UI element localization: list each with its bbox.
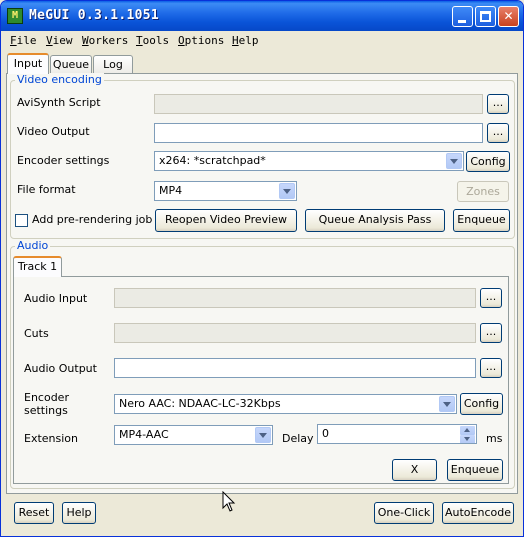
video-enqueue-button[interactable]: Enqueue bbox=[453, 209, 510, 232]
avisynth-label: AviSynth Script bbox=[17, 96, 101, 109]
chevron-down-icon[interactable] bbox=[446, 153, 462, 169]
file-format-value: MP4 bbox=[159, 184, 183, 197]
delay-label: Delay bbox=[282, 432, 314, 445]
audio-output-browse-button[interactable]: ... bbox=[480, 358, 502, 378]
menu-workers[interactable]: Workers bbox=[82, 34, 128, 47]
megui-app-icon: M bbox=[7, 8, 23, 24]
prerender-checkbox[interactable] bbox=[15, 214, 28, 227]
menu-help[interactable]: Help bbox=[232, 34, 259, 47]
cuts-browse-button[interactable]: ... bbox=[480, 323, 502, 343]
tab-track-1[interactable]: Track 1 bbox=[13, 256, 62, 277]
reset-button[interactable]: Reset bbox=[14, 502, 54, 524]
megui-main-window: M MeGUI 0.3.1.1051 ✕ File View Workers T… bbox=[0, 0, 524, 537]
file-format-select[interactable]: MP4 bbox=[154, 181, 297, 201]
audio-enqueue-button[interactable]: Enqueue bbox=[447, 459, 503, 481]
delay-value: 0 bbox=[322, 427, 329, 440]
spin-down-icon[interactable] bbox=[460, 435, 475, 443]
avisynth-browse-button[interactable]: ... bbox=[487, 94, 509, 114]
extension-value: MP4-AAC bbox=[119, 428, 169, 441]
video-encoder-value: x264: *scratchpad* bbox=[159, 154, 266, 167]
prerender-label: Add pre-rendering job bbox=[32, 213, 153, 226]
cuts-field[interactable] bbox=[114, 323, 476, 343]
help-button[interactable]: Help bbox=[62, 502, 96, 524]
tab-queue[interactable]: Queue bbox=[50, 55, 92, 74]
autoencode-button[interactable]: AutoEncode bbox=[442, 502, 514, 524]
menu-options[interactable]: Options bbox=[178, 34, 224, 47]
one-click-button[interactable]: One-Click bbox=[374, 502, 434, 524]
spin-up-icon[interactable] bbox=[460, 426, 475, 435]
reopen-preview-button[interactable]: Reopen Video Preview bbox=[155, 209, 297, 232]
audio-clear-button[interactable]: X bbox=[392, 459, 437, 481]
audio-encoder-value: Nero AAC: NDAAC-LC-32Kbps bbox=[119, 397, 281, 410]
extension-label: Extension bbox=[24, 432, 79, 445]
video-encoding-title: Video encoding bbox=[15, 73, 104, 86]
maximize-icon bbox=[480, 11, 491, 22]
cuts-label: Cuts bbox=[24, 327, 49, 340]
close-button[interactable]: ✕ bbox=[498, 6, 519, 27]
minimize-button[interactable] bbox=[452, 6, 473, 27]
video-output-label: Video Output bbox=[17, 125, 90, 138]
video-output-browse-button[interactable]: ... bbox=[487, 123, 509, 143]
audio-encoder-label-2: settings bbox=[24, 404, 68, 417]
video-encoder-label: Encoder settings bbox=[17, 154, 110, 167]
file-format-label: File format bbox=[17, 183, 76, 196]
tab-input[interactable]: Input bbox=[7, 53, 49, 74]
minimize-icon bbox=[458, 20, 466, 23]
audio-output-label: Audio Output bbox=[24, 362, 97, 375]
zones-button[interactable]: Zones bbox=[457, 181, 509, 202]
mouse-cursor-icon bbox=[222, 491, 236, 512]
audio-encoder-select[interactable]: Nero AAC: NDAAC-LC-32Kbps bbox=[114, 394, 457, 414]
audio-encoder-label-1: Encoder bbox=[24, 391, 69, 404]
delay-stepper[interactable]: 0 bbox=[317, 424, 477, 444]
audio-config-button[interactable]: Config bbox=[460, 393, 503, 415]
menu-bar: File View Workers Tools Options Help bbox=[1, 31, 523, 51]
avisynth-input[interactable] bbox=[154, 94, 483, 114]
audio-input-field[interactable] bbox=[114, 288, 476, 308]
audio-input-browse-button[interactable]: ... bbox=[480, 288, 502, 308]
chevron-down-icon[interactable] bbox=[439, 396, 455, 412]
audio-output-field[interactable] bbox=[114, 358, 476, 378]
menu-file[interactable]: File bbox=[10, 34, 37, 47]
tab-log[interactable]: Log bbox=[93, 55, 133, 74]
video-output-input[interactable] bbox=[154, 123, 483, 143]
menu-view[interactable]: View bbox=[46, 34, 73, 47]
close-icon: ✕ bbox=[503, 9, 514, 23]
delay-unit-label: ms bbox=[486, 432, 503, 445]
queue-analysis-button[interactable]: Queue Analysis Pass bbox=[305, 209, 445, 232]
title-bar[interactable]: M MeGUI 0.3.1.1051 ✕ bbox=[1, 1, 523, 31]
maximize-button[interactable] bbox=[475, 6, 496, 27]
video-encoder-select[interactable]: x264: *scratchpad* bbox=[154, 151, 464, 171]
menu-tools[interactable]: Tools bbox=[136, 34, 169, 47]
extension-select[interactable]: MP4-AAC bbox=[114, 425, 273, 445]
audio-input-label: Audio Input bbox=[24, 292, 88, 305]
window-title: MeGUI 0.3.1.1051 bbox=[29, 8, 160, 23]
chevron-down-icon[interactable] bbox=[279, 183, 295, 199]
video-config-button[interactable]: Config bbox=[466, 151, 510, 172]
audio-title: Audio bbox=[15, 239, 51, 252]
chevron-down-icon[interactable] bbox=[255, 427, 271, 443]
